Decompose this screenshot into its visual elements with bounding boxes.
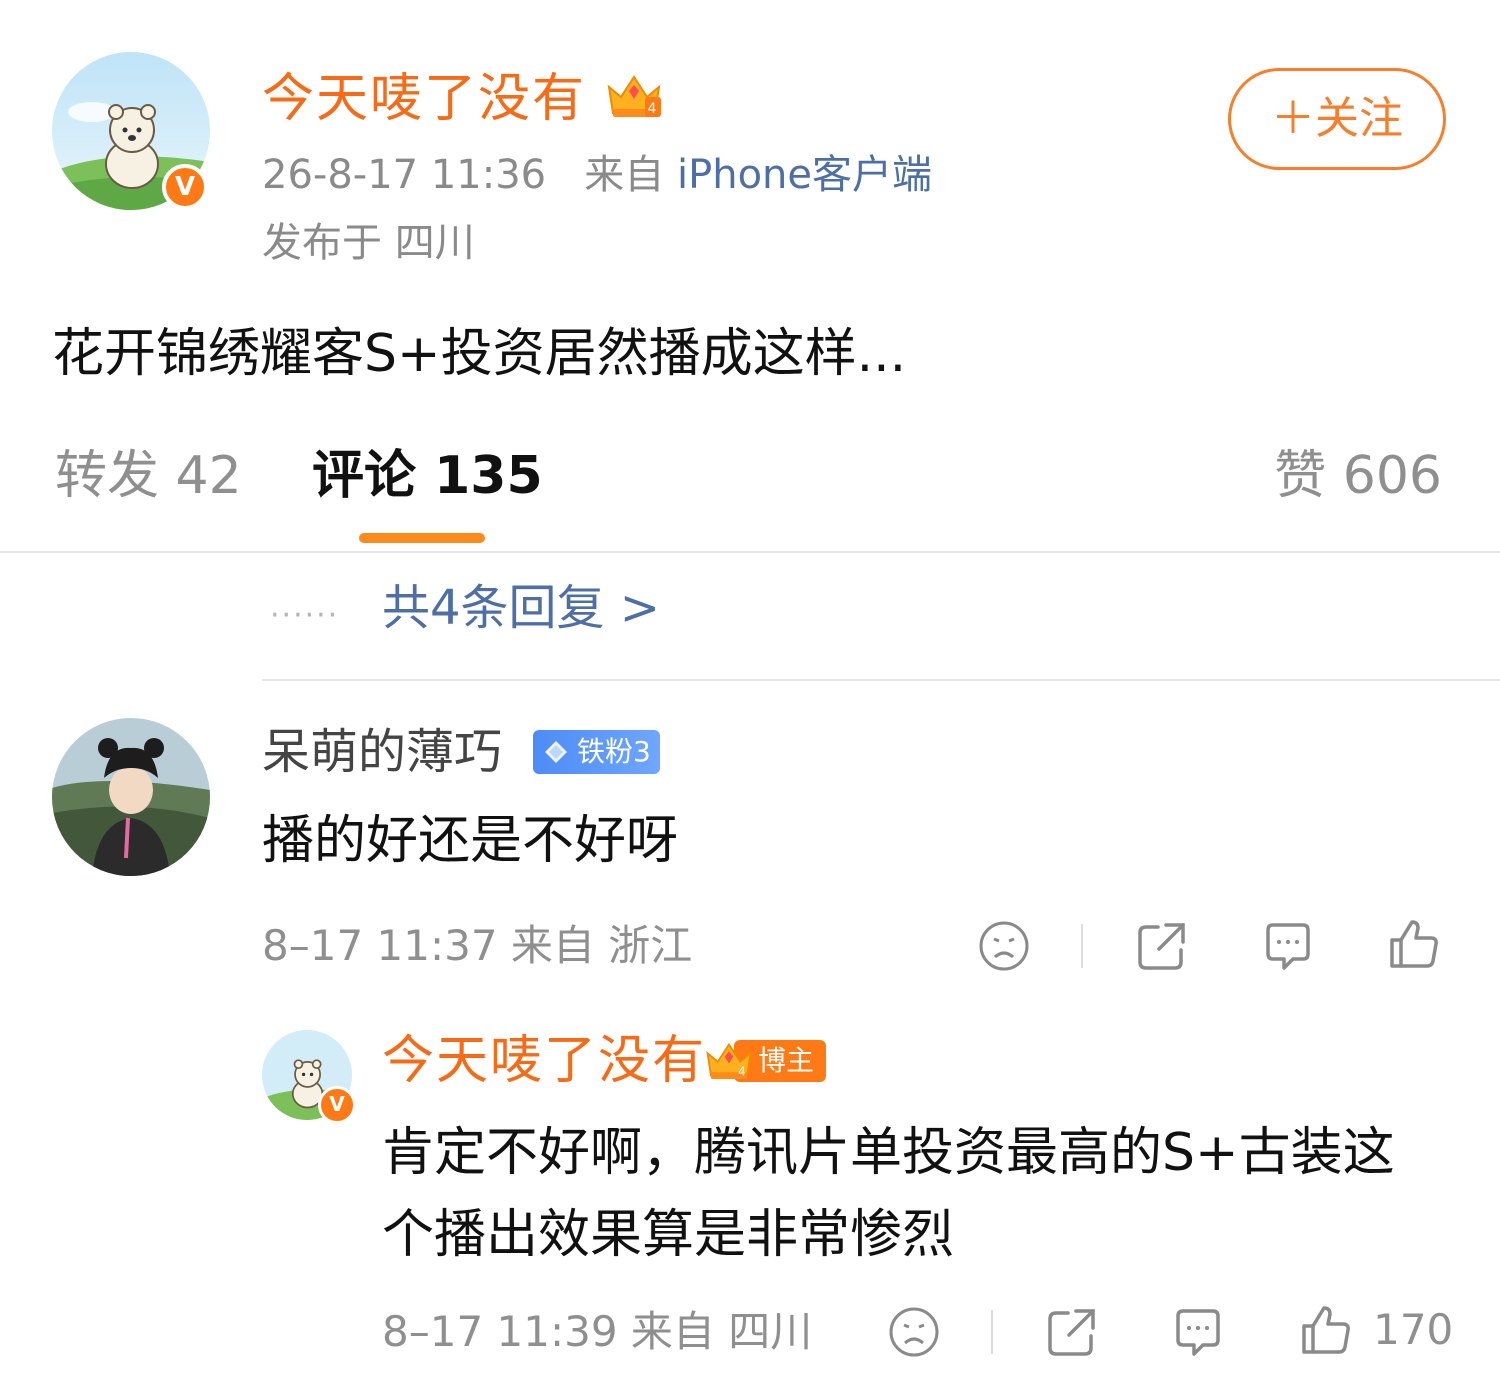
commenter-avatar[interactable] <box>52 718 210 876</box>
diamond-icon <box>545 741 567 763</box>
source-prefix: 来自 <box>584 152 665 198</box>
view-replies-link[interactable]: 共4条回复 > <box>382 578 660 638</box>
comment-icon[interactable] <box>1260 918 1316 974</box>
share-icon[interactable] <box>1134 918 1190 974</box>
follow-button[interactable]: ＋关注 <box>1228 68 1446 170</box>
divider <box>262 679 1500 681</box>
like-count: 170 <box>1373 1305 1454 1354</box>
reply-text: 肯定不好啊，腾讯片单投资最高的S+古装这个播出效果算是非常惨烈 <box>382 1123 1395 1265</box>
tab-like[interactable]: 赞 606 <box>1274 444 1442 508</box>
comment-text: 播的好还是不好呀 <box>262 811 679 871</box>
sad-face-icon[interactable] <box>976 918 1032 974</box>
blogger-badge: 博主 4 <box>704 1036 826 1084</box>
post-location: 发布于 四川 <box>262 220 475 266</box>
commenter-name[interactable]: 呆萌的薄巧 <box>262 722 502 782</box>
share-icon[interactable] <box>1044 1304 1100 1360</box>
reply-like-button[interactable]: 170 <box>1298 1302 1453 1362</box>
sad-face-icon[interactable] <box>886 1304 942 1360</box>
tab-repost[interactable]: 转发 42 <box>55 444 242 508</box>
post-source[interactable]: iPhone客户端 <box>677 152 932 198</box>
reply-author-name[interactable]: 今天唛了没有 <box>382 1030 706 1092</box>
post-meta: 26-8-17 11:36 来自 iPhone客户端 <box>262 150 932 200</box>
comment-icon[interactable] <box>1170 1304 1226 1360</box>
post-author-name[interactable]: 今天唛了没有 4 <box>262 68 663 135</box>
verified-badge-icon: V <box>318 1086 356 1124</box>
crown-badge-icon: 4 <box>706 1042 752 1079</box>
reply-meta: 8–17 11:39 来自 四川 <box>382 1307 813 1356</box>
comment-meta: 8–17 11:37 来自 浙江 <box>262 921 693 970</box>
tab-comment[interactable]: 评论 135 <box>312 444 543 508</box>
fan-level-badge[interactable]: 铁粉3 <box>533 730 660 774</box>
post-text: 花开锦绣耀客S+投资居然播成这样... <box>52 324 907 384</box>
thumbs-up-icon[interactable] <box>1386 916 1442 972</box>
active-tab-indicator <box>359 533 485 543</box>
action-separator <box>1081 924 1083 968</box>
svg-text:4: 4 <box>647 101 658 117</box>
svg-text:4: 4 <box>738 1065 746 1079</box>
action-separator <box>991 1310 993 1354</box>
verified-badge-icon: V <box>162 164 208 210</box>
thumbs-up-icon <box>1302 1306 1350 1354</box>
divider <box>0 551 1500 553</box>
post-time: 26-8-17 11:36 <box>262 152 547 198</box>
crown-badge-icon: 4 <box>605 69 663 135</box>
thread-dots: ······ <box>270 598 340 633</box>
